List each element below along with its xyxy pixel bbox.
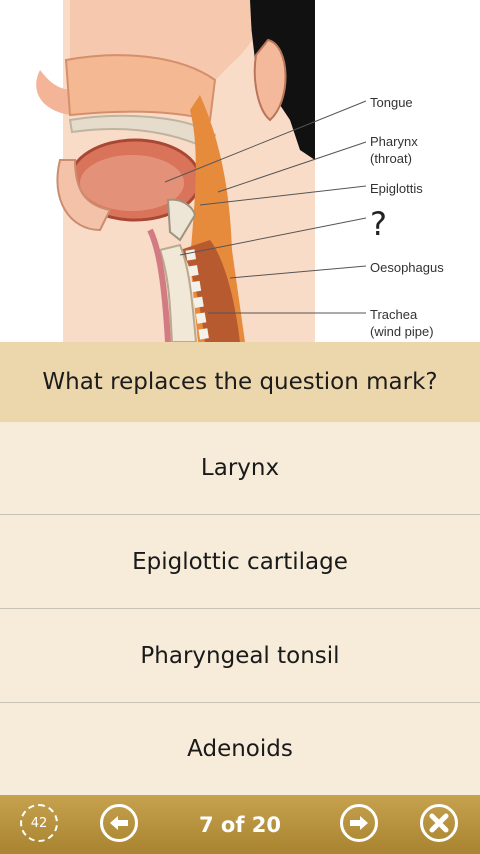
answer-option-2[interactable]: Epiglottic cartilage <box>0 516 480 609</box>
previous-button[interactable] <box>100 804 138 842</box>
label-trachea: Trachea (wind pipe) <box>370 307 434 339</box>
label-tongue: Tongue <box>370 95 413 110</box>
score-value: 42 <box>30 815 48 831</box>
score-badge[interactable]: 42 <box>20 804 58 842</box>
bottom-toolbar: 42 7 of 20 <box>0 795 480 854</box>
close-icon <box>429 813 449 833</box>
question-counter: 7 of 20 <box>198 812 282 837</box>
throat-illustration <box>36 0 367 342</box>
label-epiglottis: Epiglottis <box>370 181 423 196</box>
label-oesophagus: Oesophagus <box>370 260 444 275</box>
label-pharynx: Pharynx (throat) <box>370 134 418 166</box>
answer-option-3[interactable]: Pharyngeal tonsil <box>0 610 480 703</box>
question-text: What replaces the question mark? <box>0 342 480 422</box>
answer-option-1[interactable]: Larynx <box>0 422 480 515</box>
arrow-left-icon <box>110 816 128 830</box>
close-button[interactable] <box>420 804 458 842</box>
next-button[interactable] <box>340 804 378 842</box>
answer-option-4[interactable]: Adenoids <box>0 703 480 794</box>
label-question-mark: ? <box>370 205 387 243</box>
anatomy-diagram: Tongue Pharynx (throat) Epiglottis ? Oes… <box>0 0 480 342</box>
arrow-right-icon <box>350 816 368 830</box>
